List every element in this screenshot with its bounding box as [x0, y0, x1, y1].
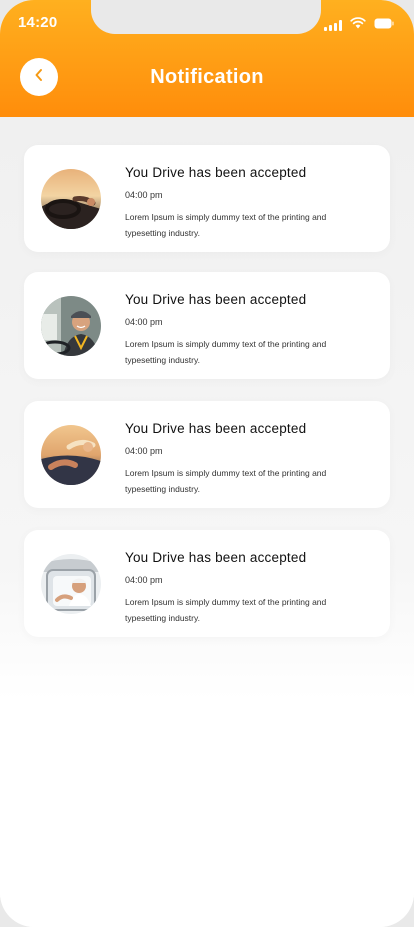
notification-card[interactable]: You Drive has been accepted 04:00 pm Lor…	[24, 530, 390, 637]
notification-card[interactable]: You Drive has been accepted 04:00 pm Lor…	[24, 145, 390, 252]
wifi-icon	[350, 16, 366, 34]
notification-card[interactable]: You Drive has been accepted 04:00 pm Lor…	[24, 272, 390, 379]
device-notch	[91, 0, 321, 34]
app-header: 14:20 Notification	[0, 0, 414, 117]
avatar	[41, 296, 101, 356]
phone-screen: 14:20 Notification You Drive has been ac…	[0, 0, 414, 927]
notification-body: Lorem Ipsum is simply dummy text of the …	[125, 212, 327, 238]
notification-title: You Drive has been accepted	[125, 292, 307, 307]
avatar	[41, 169, 101, 229]
notification-time: 04:00 pm	[125, 575, 163, 585]
notification-title: You Drive has been accepted	[125, 421, 307, 436]
status-icons	[324, 16, 394, 34]
notification-time: 04:00 pm	[125, 190, 163, 200]
notification-title: You Drive has been accepted	[125, 550, 307, 565]
page-title: Notification	[150, 66, 264, 88]
cellular-signal-icon	[324, 19, 342, 31]
notification-time: 04:00 pm	[125, 446, 163, 456]
avatar	[41, 425, 101, 485]
notification-body: Lorem Ipsum is simply dummy text of the …	[125, 468, 327, 494]
status-time: 14:20	[18, 14, 58, 31]
notification-body: Lorem Ipsum is simply dummy text of the …	[125, 597, 327, 623]
notification-list: You Drive has been accepted 04:00 pm Lor…	[0, 117, 414, 927]
notification-body: Lorem Ipsum is simply dummy text of the …	[125, 339, 327, 365]
avatar	[41, 554, 101, 614]
notification-time: 04:00 pm	[125, 317, 163, 327]
battery-icon	[374, 16, 394, 34]
notification-title: You Drive has been accepted	[125, 165, 307, 180]
notification-card[interactable]: You Drive has been accepted 04:00 pm Lor…	[24, 401, 390, 508]
